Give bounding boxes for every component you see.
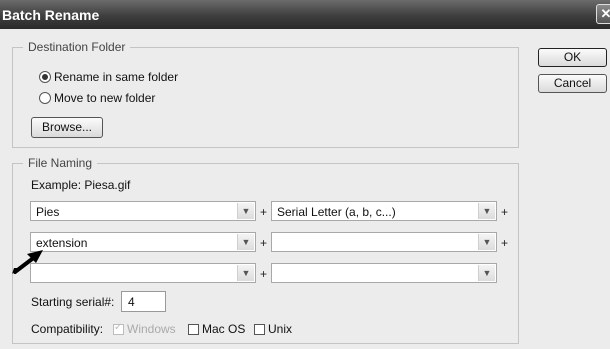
close-button[interactable]: ✕ [596,4,610,24]
cancel-button[interactable]: Cancel [538,74,607,93]
ok-button[interactable]: OK [538,48,607,67]
naming-field-2-1[interactable]: extension ▼ [30,232,256,252]
unix-checkbox-label: Unix [268,322,293,336]
chevron-down-icon: ▼ [237,234,254,250]
cancel-button-label: Cancel [553,76,592,90]
plus-sign: + [260,205,268,219]
rename-same-folder-radio[interactable]: Rename in same folder [39,70,178,84]
plus-sign: + [501,236,509,250]
mac-os-checkbox[interactable]: Mac OS [188,322,245,336]
move-new-folder-label: Move to new folder [54,91,156,105]
move-new-folder-radio[interactable]: Move to new folder [39,91,155,105]
ok-button-label: OK [563,50,582,64]
windows-checkbox-label: Windows [127,322,176,336]
unix-checkbox[interactable]: Unix [254,322,292,336]
radio-unselected-indicator [39,92,51,104]
naming-field-3-2[interactable]: ▼ [271,263,497,283]
arrow-annotation-icon [12,250,43,274]
compatibility-label: Compatibility: [31,322,104,336]
file-naming-legend: File Naming [23,156,98,170]
windows-checkbox[interactable]: Windows [113,322,176,336]
windows-checkbox-box [113,322,124,335]
close-icon: ✕ [600,6,610,21]
chevron-down-icon: ▼ [478,265,495,281]
plus-sign: + [260,236,268,250]
starting-serial-label: Starting serial#: [31,295,115,309]
naming-field-1-1[interactable]: Pies ▼ [30,201,256,221]
starting-serial-value: 4 [128,295,135,309]
chevron-down-icon: ▼ [237,203,254,219]
starting-serial-input[interactable]: 4 [121,291,166,312]
rename-same-folder-label: Rename in same folder [54,70,179,84]
naming-field-1-2[interactable]: Serial Letter (a, b, c...) ▼ [271,201,497,221]
mac-os-checkbox-label: Mac OS [202,322,246,336]
chevron-down-icon: ▼ [237,265,254,281]
unix-checkbox-box [254,323,265,335]
window-title: Batch Rename [2,7,100,23]
naming-field-2-2[interactable]: ▼ [271,232,497,252]
destination-folder-legend: Destination Folder [23,40,131,54]
example-filename: Example: Piesa.gif [31,178,131,192]
browse-button-label: Browse... [41,120,92,134]
chevron-down-icon: ▼ [478,203,495,219]
select-value: Pies [36,205,60,219]
plus-sign: + [501,205,509,219]
plus-sign: + [260,267,268,281]
chevron-down-icon: ▼ [478,234,495,250]
select-value: Serial Letter (a, b, c...) [277,205,396,219]
radio-selected-indicator [39,71,51,83]
naming-field-3-1[interactable]: ▼ [30,263,256,283]
mac-os-checkbox-box [188,323,199,335]
title-bar: Batch Rename ✕ [0,0,610,29]
browse-button[interactable]: Browse... [31,117,103,138]
